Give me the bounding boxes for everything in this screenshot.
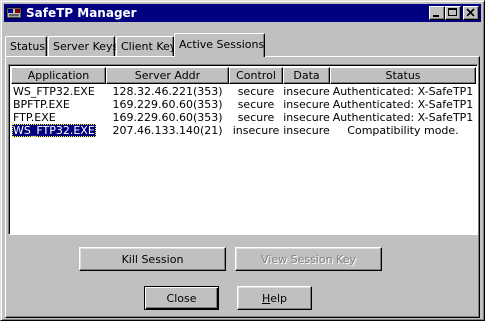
cell-server-addr: 128.32.46.221(353) [112,85,223,98]
cell-data: insecure [283,124,330,137]
cell-server-addr: 169.229.60.60(353) [112,111,223,124]
column-header-status[interactable]: Status [330,67,476,84]
tab-status-label: Status [10,40,46,53]
cell-application: WS_FTP32.EXE [13,85,95,98]
minimize-icon [433,15,439,17]
column-header-data[interactable]: Data [283,67,330,84]
tab-active-sessions-label: Active Sessions [179,38,265,51]
title-bar[interactable]: SafeTP Manager [4,4,481,22]
close-button[interactable]: Close [144,286,219,310]
tab-server-keys[interactable]: Server Keys [48,36,119,56]
kill-session-label: Kill Session [121,253,184,266]
cell-control: insecure [232,124,280,137]
app-icon[interactable] [6,5,22,21]
cell-status: Authenticated: X-SafeTP1 [332,98,474,111]
help-button[interactable]: Help [237,286,312,310]
help-rest: elp [270,292,288,305]
cell-data: insecure [283,98,330,111]
tab-client-key-label: Client Key [121,40,177,53]
column-header-server-addr-label: Server Addr [134,69,201,82]
column-header-control-label: Control [236,69,276,82]
view-session-key-button[interactable]: View Session Key [235,247,382,271]
cell-status: Compatibility mode. [347,124,459,137]
cell-status: Authenticated: X-SafeTP1 [332,85,474,98]
column-header-status-label: Status [385,69,421,82]
sessions-list[interactable]: Application Server Addr Control Data Sta… [8,64,478,235]
tab-client-key[interactable]: Client Key [116,36,177,56]
close-icon [466,8,475,17]
cell-application: WS_FTP32.EXE [12,124,96,137]
help-button-label: Help [262,292,287,305]
cell-application: FTP.EXE [13,111,56,124]
column-header-application[interactable]: Application [11,67,106,84]
maximize-icon [448,8,457,16]
column-header-control[interactable]: Control [229,67,283,84]
tab-status[interactable]: Status [5,36,47,56]
safetp-manager-window: SafeTP Manager Status Server Keys Client… [0,0,485,321]
kill-session-button[interactable]: Kill Session [79,247,226,271]
cell-data: insecure [283,85,330,98]
cell-status: Authenticated: X-SafeTP1 [332,111,474,124]
column-header-server-addr[interactable]: Server Addr [106,67,229,84]
help-mnemonic: H [261,292,271,305]
column-header-application-label: Application [27,69,90,82]
close-button-label: Close [166,292,197,305]
minimize-button[interactable] [429,6,445,20]
cell-control: secure [237,85,275,98]
maximize-button[interactable] [445,6,461,20]
close-window-button[interactable] [463,6,479,20]
column-header-data-label: Data [293,69,320,82]
cell-server-addr: 207.46.133.140(21) [112,124,223,137]
window-title: SafeTP Manager [26,6,137,20]
view-session-key-label: View Session Key [260,253,356,266]
cell-control: secure [237,98,275,111]
cell-control: secure [237,111,275,124]
cell-data: insecure [283,111,330,124]
tab-active-sessions[interactable]: Active Sessions [174,33,265,57]
cell-application: BPFTP.EXE [13,98,70,111]
tab-server-keys-label: Server Keys [53,40,119,53]
cell-server-addr: 169.229.60.60(353) [112,98,223,111]
